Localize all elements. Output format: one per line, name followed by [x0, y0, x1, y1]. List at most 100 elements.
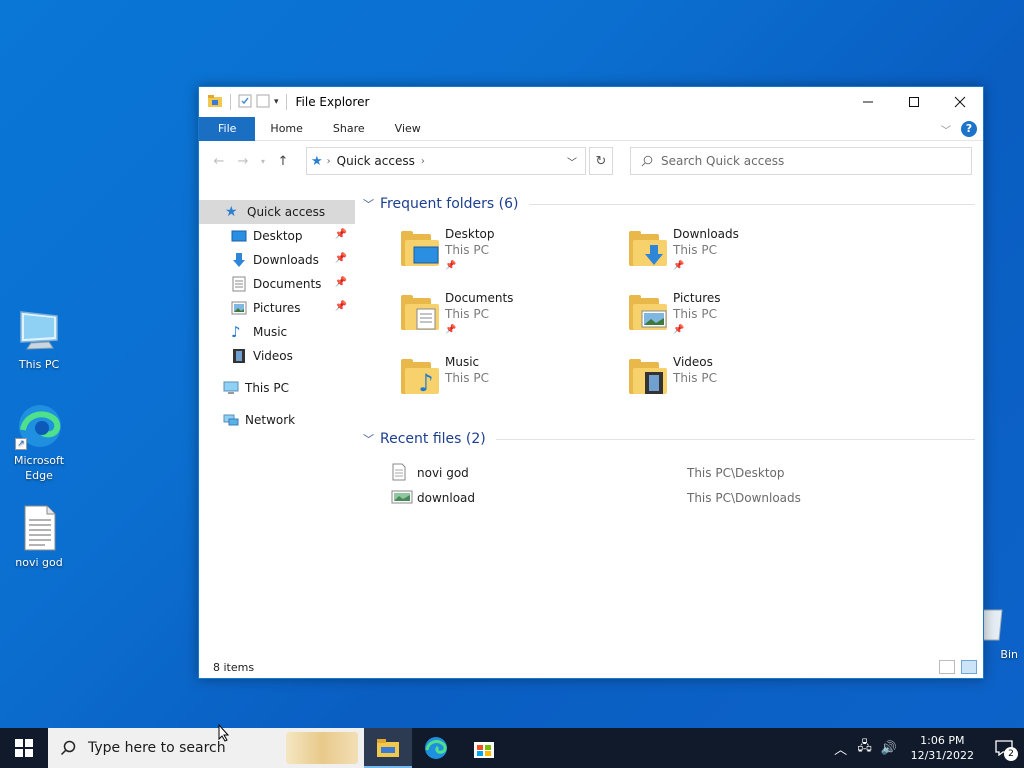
- edge-icon: ↗: [15, 402, 63, 450]
- folder-tile-pictures[interactable]: Pictures This PC 📌: [625, 290, 845, 346]
- address-bar[interactable]: ★ › Quick access › ﹀: [306, 147, 586, 175]
- pin-icon: 📌: [334, 253, 347, 264]
- taskbar: Type here to search ︿ 🖧 🔊 1:06 PM 12/31/…: [0, 728, 1024, 768]
- network-icon: [223, 412, 239, 428]
- sidebar-item-documents[interactable]: Documents 📌: [199, 272, 355, 296]
- store-icon: [474, 742, 494, 758]
- recent-file-path: This PC\Desktop: [687, 466, 785, 480]
- up-button[interactable]: ↑: [271, 149, 295, 173]
- sidebar-item-desktop[interactable]: Desktop 📌: [199, 224, 355, 248]
- chevron-right-icon: ›: [420, 155, 425, 167]
- search-icon: [60, 740, 76, 756]
- recent-files-header[interactable]: ﹀ Recent files (2): [363, 427, 975, 451]
- folder-tile-music[interactable]: ♪ Music This PC: [397, 354, 617, 410]
- address-dropdown-icon[interactable]: ﹀: [567, 154, 577, 169]
- star-icon: ★: [225, 204, 238, 220]
- chevron-up-icon[interactable]: ︿: [829, 739, 853, 758]
- large-icons-view-button[interactable]: [961, 660, 977, 674]
- mouse-cursor-icon: [218, 724, 230, 742]
- minimize-button[interactable]: [845, 87, 891, 117]
- sidebar-item-label: Pictures: [253, 301, 301, 315]
- recent-locations-button[interactable]: ▾: [255, 149, 271, 173]
- search-placeholder: Type here to search: [88, 740, 226, 756]
- pictures-icon: [231, 300, 247, 316]
- action-center-button[interactable]: 2: [984, 728, 1024, 768]
- download-arrow-icon: [231, 252, 247, 268]
- folder-name: Desktop: [445, 227, 495, 241]
- sidebar-item-quick-access[interactable]: ★ Quick access: [199, 200, 355, 224]
- folder-tile-downloads[interactable]: Downloads This PC 📌: [625, 226, 845, 282]
- sidebar-item-videos[interactable]: Videos: [199, 344, 355, 368]
- search-box[interactable]: [630, 147, 972, 175]
- monitor-icon: [15, 306, 63, 354]
- desktop-icon-edge[interactable]: ↗ Microsoft Edge: [1, 402, 77, 483]
- navigation-bar: ← → ▾ ↑ ★ › Quick access › ﹀ ↻: [199, 141, 983, 181]
- maximize-button[interactable]: [891, 87, 937, 117]
- desktop-icon-novi-god[interactable]: novi god: [1, 504, 77, 570]
- volume-icon[interactable]: 🔊: [877, 741, 901, 756]
- sidebar-item-pictures[interactable]: Pictures 📌: [199, 296, 355, 320]
- forward-button[interactable]: →: [231, 149, 255, 173]
- sidebar-item-this-pc[interactable]: This PC: [199, 376, 355, 400]
- arrow-left-icon: ←: [213, 153, 225, 169]
- tab-share[interactable]: Share: [318, 117, 380, 141]
- folder-icon: [397, 290, 441, 334]
- frequent-folders-header[interactable]: ﹀ Frequent folders (6): [363, 192, 975, 216]
- group-title: Frequent folders (6): [380, 196, 519, 212]
- taskbar-edge[interactable]: [412, 728, 460, 768]
- pin-icon: 📌: [673, 261, 685, 271]
- sidebar-item-label: Network: [245, 413, 296, 427]
- pin-icon: 📌: [445, 325, 457, 335]
- folder-tile-videos[interactable]: Videos This PC: [625, 354, 845, 410]
- sidebar-item-downloads[interactable]: Downloads 📌: [199, 248, 355, 272]
- help-icon[interactable]: ?: [961, 121, 977, 137]
- tab-home[interactable]: Home: [255, 117, 317, 141]
- start-button[interactable]: [0, 728, 48, 768]
- tab-file[interactable]: File: [199, 116, 256, 141]
- sidebar-item-label: Desktop: [253, 229, 303, 243]
- recent-file-path: This PC\Downloads: [687, 491, 801, 505]
- tab-view[interactable]: View: [380, 117, 436, 141]
- recent-file-row[interactable]: download This PC\Downloads: [391, 487, 891, 509]
- folder-name: Pictures: [673, 291, 721, 305]
- arrow-right-icon: →: [237, 153, 249, 169]
- folder-name: Downloads: [673, 227, 739, 241]
- taskbar-file-explorer[interactable]: [364, 728, 412, 768]
- refresh-button[interactable]: ↻: [589, 147, 613, 175]
- title-bar[interactable]: ▾ File Explorer: [199, 87, 983, 117]
- properties-icon[interactable]: [238, 94, 252, 111]
- desktop-icon-label: novi god: [15, 556, 63, 569]
- arrow-up-icon: ↑: [277, 153, 289, 169]
- desktop-icon-this-pc[interactable]: This PC: [1, 306, 77, 372]
- details-view-button[interactable]: [939, 660, 955, 674]
- customize-toolbar-icon[interactable]: ▾: [274, 97, 279, 107]
- desktop-icon: [231, 228, 247, 244]
- back-button[interactable]: ←: [207, 149, 231, 173]
- file-explorer-window[interactable]: ▾ File Explorer File Home Share View ﹀ ?…: [198, 86, 984, 679]
- clock[interactable]: 1:06 PM 12/31/2022: [901, 733, 984, 763]
- folder-tile-documents[interactable]: Documents This PC 📌: [397, 290, 617, 346]
- pin-icon: 📌: [445, 261, 457, 271]
- clock-time: 1:06 PM: [920, 734, 965, 747]
- folder-location: This PC: [673, 371, 717, 385]
- new-folder-icon[interactable]: [256, 94, 270, 111]
- sidebar-item-network[interactable]: Network: [199, 408, 355, 432]
- network-icon[interactable]: 🖧: [853, 737, 877, 759]
- desktop-icon-label: This PC: [18, 358, 60, 371]
- windows-logo-icon: [15, 739, 33, 757]
- quick-access-toolbar: ▾: [207, 93, 290, 112]
- sidebar-item-label: Downloads: [253, 253, 319, 267]
- folder-tile-desktop[interactable]: Desktop This PC 📌: [397, 226, 617, 282]
- film-icon: [231, 348, 247, 364]
- clock-date: 12/31/2022: [910, 749, 974, 762]
- recent-file-row[interactable]: novi god This PC\Desktop: [391, 462, 891, 484]
- chevron-right-icon: ›: [326, 155, 331, 167]
- folder-icon: ♪: [397, 354, 441, 398]
- sidebar-item-music[interactable]: ♪ Music: [199, 320, 355, 344]
- taskbar-store[interactable]: [460, 728, 508, 768]
- expand-ribbon-icon[interactable]: ﹀: [941, 122, 951, 137]
- taskbar-search-box[interactable]: Type here to search: [48, 728, 364, 768]
- close-button[interactable]: [937, 87, 983, 117]
- breadcrumb[interactable]: Quick access: [337, 154, 415, 168]
- search-input[interactable]: [661, 154, 951, 168]
